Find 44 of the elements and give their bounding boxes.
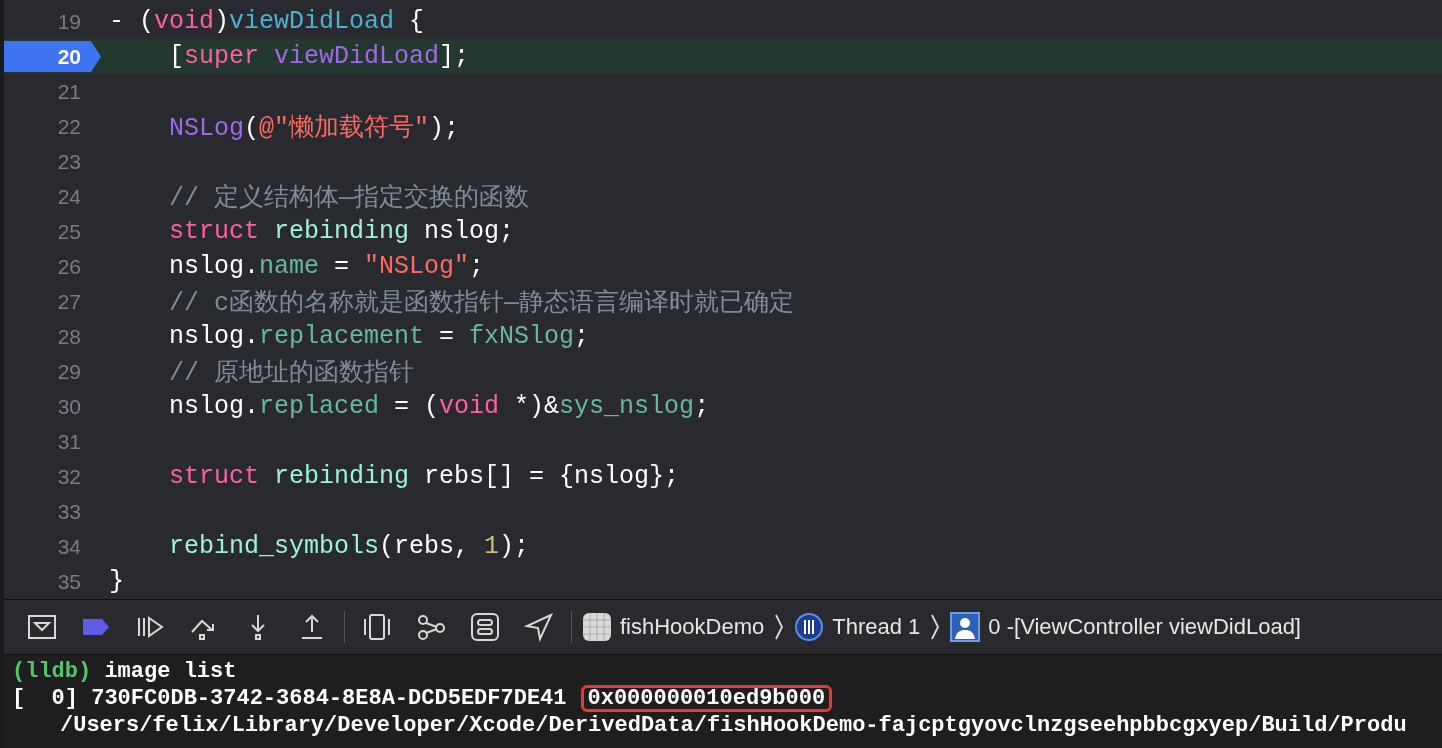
line-number: 25 — [56, 219, 81, 244]
breadcrumb-item[interactable]: Thread 1 — [794, 612, 921, 642]
line-number: 31 — [56, 429, 81, 454]
line-number: 29 — [56, 359, 81, 384]
code-line: [super viewDidLoad]; — [168, 42, 470, 71]
code-line: rebind_symbols(rebs, 1); — [168, 532, 530, 561]
line-number: 28 — [56, 324, 81, 349]
app-grid-icon — [582, 612, 612, 642]
image-index: [ 0] — [12, 685, 78, 712]
breadcrumb-item[interactable]: 0 -[ViewController viewDidLoad] — [950, 612, 1301, 642]
line-number: 26 — [56, 254, 81, 279]
code-line: } — [109, 567, 124, 596]
code-line: // c函数的名称就是函数指针—静态语言编译时就已确定 — [168, 288, 794, 318]
chevron-icon — [930, 613, 941, 641]
load-address: 0x000000010ed9b000 — [580, 685, 833, 712]
code-line: nslog.name = "NSLog"; — [168, 252, 485, 281]
breadcrumb-item[interactable]: fishHookDemo — [582, 612, 765, 642]
chevron-icon — [774, 613, 785, 641]
line-number: 21 — [56, 79, 81, 104]
line-number: 34 — [56, 534, 81, 559]
line-number: 33 — [56, 499, 81, 524]
person-icon — [950, 612, 981, 642]
line-number: 23 — [56, 149, 81, 174]
line-number: 32 — [56, 464, 81, 489]
line-number: 22 — [56, 114, 81, 139]
image-path: /Users/felix/Library/Developer/Xcode/DerivedData/fishHookDemo-fajcptgyovclnzgseehpbbcgxyep/Build/Produ — [60, 712, 1407, 739]
code-line: NSLog(@"懒加载符号"); — [168, 113, 460, 143]
thread-icon — [794, 612, 825, 642]
lldb-prompt: (lldb) — [12, 658, 92, 685]
code-line: struct rebinding rebs[] = {nslog}; — [168, 462, 680, 491]
code-line: nslog.replacement = fxNSlog; — [168, 322, 590, 351]
line-number: 30 — [56, 394, 81, 419]
line-number: 27 — [56, 289, 81, 314]
code-line: struct rebinding nslog; — [168, 217, 515, 246]
code-line: // 定义结构体—指定交换的函数 — [168, 183, 529, 213]
code-line: // 原地址的函数指针 — [168, 358, 414, 388]
code-line: nslog.replaced = (void *)&sys_nslog; — [168, 392, 710, 421]
image-uuid: 730FC0DB-3742-3684-8E8A-DCD5EDF7DE41 — [91, 685, 567, 712]
line-number: 35 — [56, 569, 81, 594]
console-command: image list — [104, 658, 237, 685]
breakpoint-marker[interactable]: 20 — [4, 41, 101, 72]
code-line: - (void)viewDidLoad { — [109, 7, 425, 36]
line-number: 19 — [56, 9, 81, 34]
line-number: 24 — [56, 184, 81, 209]
